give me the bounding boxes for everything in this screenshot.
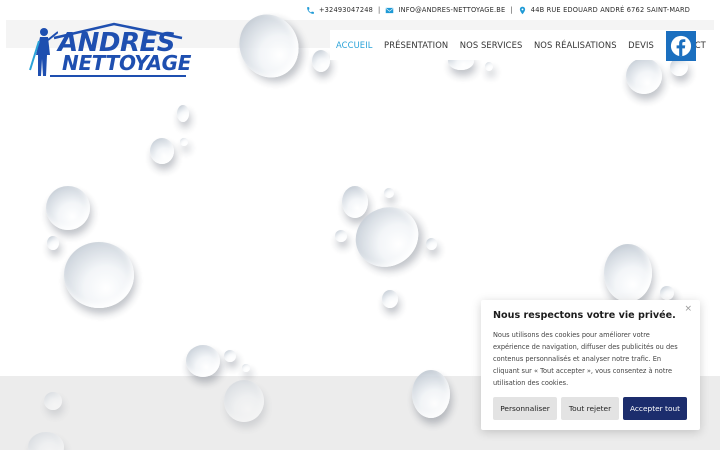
nav-item-presentation[interactable]: PRÉSENTATION (384, 40, 448, 50)
phone-icon (306, 6, 315, 15)
map-pin-icon (518, 6, 527, 15)
cleaner-figure-icon (29, 28, 58, 76)
nav-item-nos-services[interactable]: NOS SERVICES (460, 40, 523, 50)
close-icon[interactable]: × (684, 304, 692, 314)
envelope-icon (385, 6, 394, 15)
cookie-title: Nous respectons votre vie privée. (493, 310, 676, 321)
reject-all-button[interactable]: Tout rejeter (561, 397, 619, 420)
cookie-text: Nous utilisons des cookies pour améliore… (493, 331, 678, 387)
nav-item-devis[interactable]: DEVIS (628, 40, 654, 50)
logo-text-nettoyage: NETTOYAGE (62, 51, 192, 75)
facebook-button[interactable] (666, 31, 696, 61)
customize-button[interactable]: Personnaliser (493, 397, 557, 420)
facebook-icon (670, 35, 692, 57)
phone-link[interactable]: +32493047248 (319, 6, 373, 14)
separator: | (378, 6, 381, 14)
top-info-bar: +32493047248 | INFO@ANDRES-NETTOYAGE.BE … (306, 3, 690, 17)
nav-item-accueil[interactable]: ACCUEIL (336, 40, 373, 50)
accept-all-button[interactable]: Accepter tout (623, 397, 687, 420)
cookie-buttons: Personnaliser Tout rejeter Accepter tout (493, 397, 691, 420)
email-link[interactable]: INFO@ANDRES-NETTOYAGE.BE (398, 6, 505, 14)
main-nav: ACCUEIL PRÉSENTATION NOS SERVICES NOS RÉ… (330, 30, 718, 60)
address-text: 44B RUE EDOUARD ANDRÉ 6762 SAINT-MARD (530, 6, 690, 14)
nav-item-nos-realisations[interactable]: NOS RÉALISATIONS (534, 40, 617, 50)
cookie-consent-banner: × Nous respectons votre vie privée. Nous… (481, 300, 700, 430)
logo-underline (50, 75, 186, 77)
separator: | (510, 6, 513, 14)
logo[interactable]: ANDRES NETTOYAGE (26, 22, 192, 78)
